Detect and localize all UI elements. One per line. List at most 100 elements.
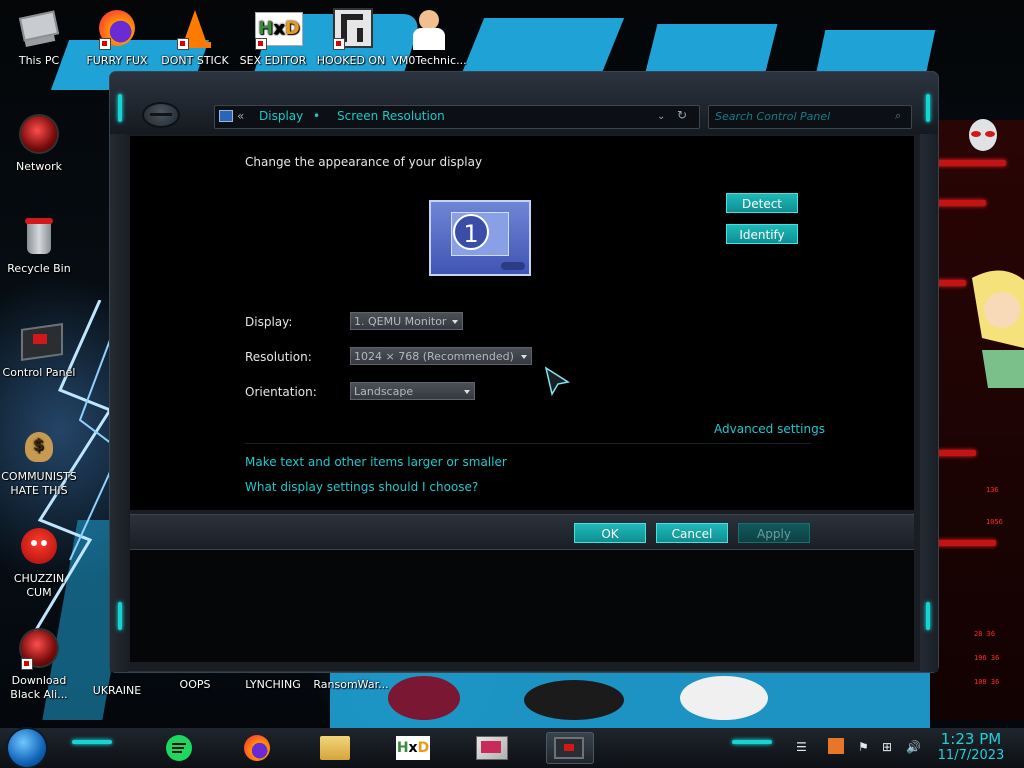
desktop-icon-sex-editor[interactable]: HxD SEX EDITOR xyxy=(235,8,311,68)
money-bag-icon: $ xyxy=(17,424,61,468)
alienware-side-panel: 136 1056 28 36 196 36 108 36 xyxy=(930,120,1024,720)
text-size-link[interactable]: Make text and other items larger or smal… xyxy=(245,455,507,469)
taskbar-hxd-button[interactable]: HxD xyxy=(390,732,438,764)
identify-button[interactable]: Identify xyxy=(726,224,798,244)
feet-graphic xyxy=(388,676,768,720)
display-dropdown-value: 1. QEMU Monitor xyxy=(354,315,447,328)
desktop-icon-download-black-ali[interactable]: Download Black Ali... xyxy=(1,628,77,702)
desktop-icon-this-pc[interactable]: This PC xyxy=(1,8,77,68)
hxd-icon: HxD xyxy=(396,736,430,760)
search-icon[interactable]: ⌕ xyxy=(895,109,901,123)
breadcrumb-separator: • xyxy=(313,109,321,123)
network-tray-icon[interactable]: ⊞ xyxy=(882,740,892,754)
display-label: Display: xyxy=(245,315,293,329)
resolution-dropdown[interactable]: 1024 × 768 (Recommended) xyxy=(350,347,532,365)
desktop-icon-communists[interactable]: $ COMMUNISTS HATE THIS G... xyxy=(1,424,77,498)
desktop-icon-dont-stick[interactable]: DONT STICK xyxy=(157,8,233,68)
desktop-icon-label: VM0Technic... xyxy=(391,54,467,67)
desktop-icon-network[interactable]: Network xyxy=(1,114,77,174)
resolution-dropdown-value: 1024 × 768 (Recommended) xyxy=(354,350,514,363)
explorer-icon xyxy=(320,736,350,760)
desktop-icon-label: Control Panel xyxy=(2,366,76,379)
desktop-icon-control-panel[interactable]: Control Panel xyxy=(1,320,77,380)
monitor-1-thumbnail[interactable]: 1 xyxy=(429,200,531,276)
dropdown-arrow-icon xyxy=(521,355,527,359)
ok-button[interactable]: OK xyxy=(574,523,646,543)
desktop-icon-label: LYNCHING xyxy=(245,678,301,691)
desktop-icon-label: Network xyxy=(16,160,62,173)
desktop-icon-label: UKRAINE xyxy=(92,684,142,697)
doctor-icon xyxy=(407,8,451,52)
orientation-dropdown[interactable]: Landscape xyxy=(350,382,475,400)
taskbar-explorer-button[interactable] xyxy=(312,732,360,764)
start-button[interactable] xyxy=(8,729,46,767)
desktop-icon-label: RansomWar... xyxy=(313,678,389,691)
search-placeholder: Search Control Panel xyxy=(715,110,831,123)
page-heading: Change the appearance of your display xyxy=(245,155,483,169)
dropdown-arrow-icon xyxy=(464,390,470,394)
monitor-app-icon xyxy=(476,736,508,760)
resolution-label: Resolution: xyxy=(245,350,312,364)
desktop-icon-recycle-bin[interactable]: Recycle Bin xyxy=(1,216,77,276)
maze-app-icon xyxy=(329,8,373,52)
refresh-icon[interactable]: ↻ xyxy=(677,108,687,122)
apply-button[interactable]: Apply xyxy=(738,523,810,543)
chuzzle-icon xyxy=(17,526,61,570)
taskbar-firefox-button[interactable] xyxy=(234,732,282,764)
desktop-icon-oops[interactable]: OOPS xyxy=(157,676,233,692)
hxd-icon: HxD xyxy=(251,8,303,52)
display-help-link[interactable]: What display settings should I choose? xyxy=(245,480,478,494)
breadcrumb-back-chevron[interactable]: « xyxy=(237,109,244,123)
desktop-icon-label: DONT STICK xyxy=(161,54,229,67)
alienware-logo xyxy=(969,119,997,151)
control-panel-icon xyxy=(17,320,63,364)
desktop-icon-furry-fux[interactable]: FURRY FUX xyxy=(79,8,155,68)
orientation-dropdown-value: Landscape xyxy=(354,385,414,398)
display-dropdown[interactable]: 1. QEMU Monitor xyxy=(350,312,463,330)
desktop-icon-lynching[interactable]: LYNCHING xyxy=(235,676,311,692)
firefox-icon xyxy=(95,8,139,52)
monitor-number: 1 xyxy=(453,214,489,250)
breadcrumb-display[interactable]: Display xyxy=(259,109,303,123)
taskbar-spotify-button[interactable] xyxy=(156,732,204,764)
control-panel-icon xyxy=(554,737,584,759)
separator-line xyxy=(245,443,811,444)
desktop-icon-label: HOOKED ON xyxy=(316,54,386,67)
flag-icon[interactable]: ⚑ xyxy=(858,740,869,754)
breadcrumb-screen-resolution[interactable]: Screen Resolution xyxy=(337,109,445,123)
address-bar[interactable]: « Display • Screen Resolution ⌄ ↻ xyxy=(214,105,700,129)
back-forward-button[interactable] xyxy=(142,102,180,128)
search-control-panel-input[interactable]: Search Control Panel ⌕ xyxy=(708,105,912,129)
detect-button[interactable]: Detect xyxy=(726,193,798,213)
mouse-cursor-icon xyxy=(544,366,570,396)
chevron-down-icon[interactable]: ⌄ xyxy=(657,111,665,122)
volume-icon[interactable]: 🔊 xyxy=(906,740,921,754)
desktop-icon-label: COMMUNISTS HATE THIS G... xyxy=(1,470,77,497)
cancel-button[interactable]: Cancel xyxy=(656,523,728,543)
recycle-bin-icon xyxy=(17,216,61,260)
app-tray-icon[interactable] xyxy=(828,738,844,754)
taskbar-display-app-button[interactable] xyxy=(468,732,516,764)
desktop-icon-label: SEX EDITOR xyxy=(239,54,307,67)
cartoon-character-graphic xyxy=(972,270,1024,388)
window-right-frame xyxy=(920,134,938,672)
dropdown-arrow-icon xyxy=(452,320,458,324)
desktop-icon-label: FURRY FUX xyxy=(86,54,148,67)
desktop-icon-chuzzin[interactable]: CHUZZIN CUM xyxy=(1,526,77,600)
desktop-icon-label: This PC xyxy=(18,54,60,67)
taskbar-control-panel-button[interactable] xyxy=(546,732,594,764)
orientation-label: Orientation: xyxy=(245,385,317,399)
network-icon xyxy=(17,114,61,158)
desktop-icon-hooked-on[interactable]: HOOKED ON xyxy=(313,8,389,68)
computer-icon xyxy=(17,8,61,52)
desktop-icon-vm0technic[interactable]: VM0Technic... xyxy=(391,8,467,68)
taskbar-clock[interactable]: 1:23 PM 11/7/2023 xyxy=(932,730,1010,763)
vlc-cone-icon xyxy=(173,8,217,52)
firefox-icon xyxy=(244,735,270,761)
advanced-settings-link[interactable]: Advanced settings xyxy=(714,422,825,436)
show-hidden-icons-icon[interactable]: ☰ xyxy=(796,740,807,754)
spotify-icon xyxy=(166,735,192,761)
desktop-icon-ransomware[interactable]: RansomWar... xyxy=(313,676,389,692)
clock-date: 11/7/2023 xyxy=(937,748,1005,763)
desktop-icon-label: Download Black Ali... xyxy=(10,674,68,701)
